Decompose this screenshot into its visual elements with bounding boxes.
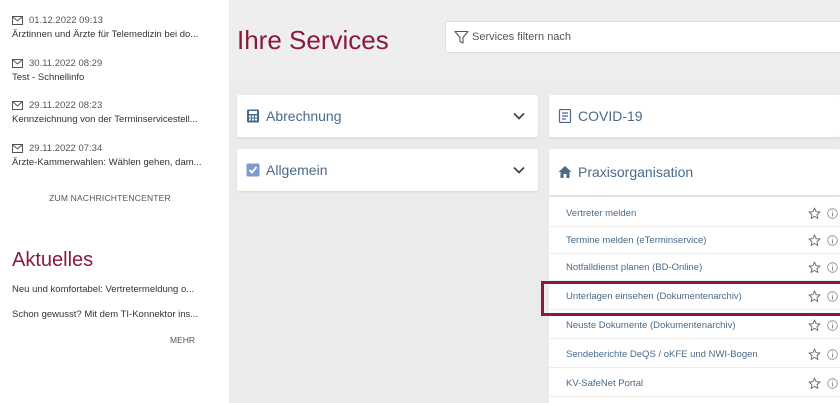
- card-abrechnung[interactable]: Abrechnung: [237, 95, 538, 137]
- news-center-link[interactable]: ZUM NACHRICHTENCENTER: [0, 193, 220, 203]
- filter-icon: [454, 30, 469, 44]
- envelope-icon: [12, 15, 23, 25]
- card-label: COVID-19: [578, 108, 643, 124]
- service-link[interactable]: Termine melden (eTerminservice): [566, 235, 808, 246]
- calculator-icon: [247, 109, 259, 123]
- news-date: 30.11.2022 08:29: [29, 57, 103, 69]
- card-label: Abrechnung: [266, 108, 342, 124]
- news-date-row: 01.12.2022 09:13: [12, 14, 218, 26]
- envelope-icon: [12, 143, 23, 153]
- service-row[interactable]: Neuste Dokumente (Dokumentenarchiv): [549, 313, 840, 339]
- checkbox-icon: [246, 163, 260, 177]
- aktuelles-item[interactable]: Schon gewusst? Mit dem TI-Konnektor ins.…: [12, 309, 218, 320]
- chevron-down-icon: [513, 112, 525, 120]
- service-row[interactable]: Notfalldienst planen (BD-Online): [549, 255, 840, 281]
- star-icon[interactable]: [808, 261, 821, 274]
- service-link[interactable]: Vertreter melden: [566, 208, 808, 219]
- services-filter-input[interactable]: [472, 31, 772, 43]
- card-allgemein[interactable]: Allgemein: [237, 149, 538, 191]
- news-date-row: 30.11.2022 08:29: [12, 57, 218, 69]
- news-item[interactable]: 01.12.2022 09:13 Ärztinnen und Ärzte für…: [12, 14, 218, 40]
- envelope-icon: [12, 58, 23, 68]
- house-icon: [558, 166, 572, 178]
- news-date: 29.11.2022 08:23: [29, 99, 103, 111]
- card-covid[interactable]: COVID-19: [549, 95, 840, 137]
- service-link[interactable]: Notfalldienst planen (BD-Online): [566, 262, 808, 273]
- card-label: Allgemein: [266, 162, 328, 178]
- card-label: Praxisorganisation: [578, 164, 694, 180]
- news-title[interactable]: Ärztinnen und Ärzte für Telemedizin bei …: [12, 29, 218, 40]
- services-filter[interactable]: [445, 21, 840, 53]
- star-icon[interactable]: [808, 348, 821, 361]
- news-title[interactable]: Test - Schnellinfo: [12, 72, 218, 83]
- info-icon[interactable]: [827, 208, 838, 219]
- chevron-down-icon: [513, 166, 525, 174]
- news-title[interactable]: Kennzeichnung von der Terminservicestell…: [12, 114, 218, 125]
- info-icon[interactable]: [827, 262, 838, 273]
- services-main: Ihre Services Abrechnung COVID-19 Allgem…: [229, 0, 840, 403]
- info-icon[interactable]: [827, 235, 838, 246]
- news-title[interactable]: Ärzte-Kammerwahlen: Wählen gehen, dam...: [12, 157, 218, 168]
- news-date: 29.11.2022 07:34: [29, 142, 103, 154]
- star-icon[interactable]: [808, 207, 821, 220]
- page-title: Ihre Services: [237, 25, 389, 55]
- info-icon[interactable]: [827, 378, 838, 389]
- star-icon[interactable]: [808, 377, 821, 390]
- service-row[interactable]: KV-SafeNet Portal: [549, 371, 840, 397]
- news-item[interactable]: 30.11.2022 08:29 Test - Schnellinfo: [12, 57, 218, 83]
- service-row[interactable]: Sendeberichte DeQS / oKFE und NWI-Bogen: [549, 342, 840, 368]
- news-date-row: 29.11.2022 07:34: [12, 142, 218, 154]
- envelope-icon: [12, 100, 23, 110]
- news-date-row: 29.11.2022 08:23: [12, 99, 218, 111]
- news-item[interactable]: 29.11.2022 07:34 Ärzte-Kammerwahlen: Wäh…: [12, 142, 218, 168]
- card-praxisorganisation[interactable]: Praxisorganisation: [549, 149, 840, 195]
- news-sidebar: 01.12.2022 09:13 Ärztinnen und Ärzte für…: [0, 0, 220, 403]
- star-icon[interactable]: [808, 319, 821, 332]
- highlight-box: [541, 281, 840, 316]
- service-link[interactable]: KV-SafeNet Portal: [566, 378, 808, 389]
- news-item[interactable]: 29.11.2022 08:23 Kennzeichnung von der T…: [12, 99, 218, 125]
- service-row[interactable]: Vertreter melden: [549, 201, 840, 227]
- service-link[interactable]: Sendeberichte DeQS / oKFE und NWI-Bogen: [566, 349, 808, 360]
- more-link[interactable]: MEHR: [170, 335, 195, 345]
- star-icon[interactable]: [808, 234, 821, 247]
- service-link[interactable]: Neuste Dokumente (Dokumentenarchiv): [566, 320, 808, 331]
- aktuelles-item[interactable]: Neu und komfortabel: Vertretermeldung o.…: [12, 284, 218, 295]
- info-icon[interactable]: [827, 320, 838, 331]
- document-list-icon: [558, 109, 572, 123]
- service-row[interactable]: Termine melden (eTerminservice): [549, 228, 840, 254]
- news-date: 01.12.2022 09:13: [29, 14, 103, 26]
- aktuelles-heading: Aktuelles: [12, 249, 94, 271]
- info-icon[interactable]: [827, 349, 838, 360]
- services-header: Ihre Services: [229, 0, 840, 80]
